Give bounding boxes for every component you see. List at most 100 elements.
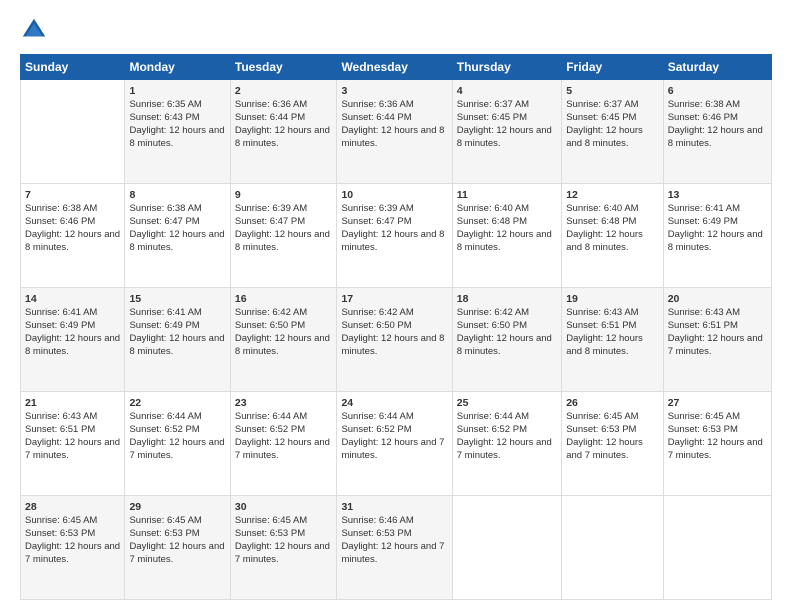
calendar-cell: 18Sunrise: 6:42 AMSunset: 6:50 PMDayligh…: [452, 288, 561, 392]
sunset-text: Sunset: 6:45 PM: [566, 112, 636, 123]
sunset-text: Sunset: 6:53 PM: [341, 528, 411, 539]
sunset-text: Sunset: 6:47 PM: [341, 216, 411, 227]
sunrise-text: Sunrise: 6:45 AM: [668, 411, 740, 422]
daylight-text: Daylight: 12 hours and 8 minutes.: [668, 229, 763, 253]
day-number: 11: [457, 188, 557, 202]
sunrise-text: Sunrise: 6:45 AM: [25, 515, 97, 526]
week-row-3: 14Sunrise: 6:41 AMSunset: 6:49 PMDayligh…: [21, 288, 772, 392]
calendar-cell: 14Sunrise: 6:41 AMSunset: 6:49 PMDayligh…: [21, 288, 125, 392]
daylight-text: Daylight: 12 hours and 8 minutes.: [129, 229, 224, 253]
sunset-text: Sunset: 6:53 PM: [235, 528, 305, 539]
header-cell-monday: Monday: [125, 55, 230, 80]
day-number: 29: [129, 500, 225, 514]
sunrise-text: Sunrise: 6:44 AM: [341, 411, 413, 422]
daylight-text: Daylight: 12 hours and 8 minutes.: [235, 229, 330, 253]
day-number: 3: [341, 84, 447, 98]
sunrise-text: Sunrise: 6:44 AM: [457, 411, 529, 422]
calendar-cell: 21Sunrise: 6:43 AM Sunset: 6:51 PM Dayligh…: [21, 392, 125, 496]
calendar-cell: [452, 496, 561, 600]
header-cell-tuesday: Tuesday: [230, 55, 337, 80]
week-row-2: 7Sunrise: 6:38 AMSunset: 6:46 PMDaylight…: [21, 184, 772, 288]
day-number: 28: [25, 500, 120, 514]
sunrise-text: Sunrise: 6:35 AM: [129, 99, 201, 110]
sunset-text: Sunset: 6:46 PM: [668, 112, 738, 123]
calendar-cell: 29Sunrise: 6:45 AMSunset: 6:53 PMDayligh…: [125, 496, 230, 600]
day-number: 21: [25, 396, 120, 410]
day-number: 27: [668, 396, 767, 410]
header-cell-friday: Friday: [562, 55, 663, 80]
calendar-cell: 17Sunrise: 6:42 AM Sunset: 6:50 PM Dayligh…: [337, 288, 452, 392]
daylight-text: Daylight: 12 hours and 7 minutes.: [341, 437, 444, 461]
sunrise-text: Sunrise: 6:45 AM: [235, 515, 307, 526]
sunrise-text: Sunrise: 6:38 AM: [25, 203, 97, 214]
calendar-cell: 25Sunrise: 6:44 AMSunset: 6:52 PMDayligh…: [452, 392, 561, 496]
calendar-cell: [562, 496, 663, 600]
calendar-cell: [21, 80, 125, 184]
sunset-text: Sunset: 6:52 PM: [457, 424, 527, 435]
daylight-text: Daylight: 12 hours and 7 minutes.: [668, 333, 763, 357]
sunset-text: Sunset: 6:49 PM: [25, 320, 95, 331]
calendar-cell: 8Sunrise: 6:38 AMSunset: 6:47 PMDaylight…: [125, 184, 230, 288]
calendar-cell: 11Sunrise: 6:40 AMSunset: 6:48 PMDayligh…: [452, 184, 561, 288]
calendar-cell: 20Sunrise: 6:43 AMSunset: 6:51 PMDayligh…: [663, 288, 771, 392]
sunrise-text: Sunrise: 6:45 AM: [129, 515, 201, 526]
calendar-cell: 24Sunrise: 6:44 AMSunset: 6:52 PMDayligh…: [337, 392, 452, 496]
day-number: 18: [457, 292, 557, 306]
sunrise-text: Sunrise: 6:46 AM: [341, 515, 413, 526]
sunset-text: Sunset: 6:50 PM: [341, 320, 411, 331]
sunset-text: Sunset: 6:48 PM: [566, 216, 636, 227]
day-number: 15: [129, 292, 225, 306]
calendar-cell: 27Sunrise: 6:45 AMSunset: 6:53 PMDayligh…: [663, 392, 771, 496]
day-number: 7: [25, 188, 120, 202]
daylight-text: Daylight: 12 hours and 7 minutes.: [566, 437, 643, 461]
sunrise-text: Sunrise: 6:44 AM: [235, 411, 307, 422]
daylight-text: Daylight: 12 hours and 7 minutes.: [235, 541, 330, 565]
daylight-text: Daylight: 12 hours and 7 minutes.: [341, 541, 444, 565]
day-number: 25: [457, 396, 557, 410]
calendar-cell: 23Sunrise: 6:44 AMSunset: 6:52 PMDayligh…: [230, 392, 337, 496]
daylight-text: Daylight: 12 hours and 8 minutes.: [129, 333, 224, 357]
sunset-text: Sunset: 6:52 PM: [129, 424, 199, 435]
sunset-text: Sunset: 6:52 PM: [341, 424, 411, 435]
day-number: 12: [566, 188, 658, 202]
sunrise-text: Sunrise: 6:37 AM: [457, 99, 529, 110]
daylight-text: Daylight: 12 hours and 7 minutes.: [129, 437, 224, 461]
sunset-text: Sunset: 6:45 PM: [457, 112, 527, 123]
daylight-text: Daylight: 12 hours and 8 minutes.: [25, 229, 120, 253]
calendar-cell: 4Sunrise: 6:37 AMSunset: 6:45 PMDaylight…: [452, 80, 561, 184]
sunset-text: Sunset: 6:44 PM: [235, 112, 305, 123]
sunrise-text: Sunrise: 6:43 AM: [25, 411, 97, 422]
calendar-cell: 7Sunrise: 6:38 AMSunset: 6:46 PMDaylight…: [21, 184, 125, 288]
day-number: 17: [341, 292, 447, 306]
sunset-text: Sunset: 6:43 PM: [129, 112, 199, 123]
sunset-text: Sunset: 6:53 PM: [129, 528, 199, 539]
daylight-text: Daylight: 12 hours and 8 minutes.: [341, 333, 444, 357]
sunset-text: Sunset: 6:51 PM: [25, 424, 95, 435]
day-number: 5: [566, 84, 658, 98]
daylight-text: Daylight: 12 hours and 7 minutes.: [668, 437, 763, 461]
sunrise-text: Sunrise: 6:39 AM: [341, 203, 413, 214]
page: SundayMondayTuesdayWednesdayThursdayFrid…: [0, 0, 792, 612]
calendar-cell: 1Sunrise: 6:35 AMSunset: 6:43 PMDaylight…: [125, 80, 230, 184]
day-number: 10: [341, 188, 447, 202]
daylight-text: Daylight: 12 hours and 7 minutes.: [25, 437, 120, 461]
sunrise-text: Sunrise: 6:42 AM: [341, 307, 413, 318]
sunrise-text: Sunrise: 6:37 AM: [566, 99, 638, 110]
calendar-body: 1Sunrise: 6:35 AMSunset: 6:43 PMDaylight…: [21, 80, 772, 600]
header-row: SundayMondayTuesdayWednesdayThursdayFrid…: [21, 55, 772, 80]
day-number: 19: [566, 292, 658, 306]
day-number: 4: [457, 84, 557, 98]
sunrise-text: Sunrise: 6:38 AM: [129, 203, 201, 214]
sunrise-text: Sunrise: 6:43 AM: [566, 307, 638, 318]
day-number: 9: [235, 188, 333, 202]
calendar-header: SundayMondayTuesdayWednesdayThursdayFrid…: [21, 55, 772, 80]
sunrise-text: Sunrise: 6:45 AM: [566, 411, 638, 422]
daylight-text: Daylight: 12 hours and 8 minutes.: [129, 125, 224, 149]
daylight-text: Daylight: 12 hours and 8 minutes.: [566, 229, 643, 253]
sunset-text: Sunset: 6:52 PM: [235, 424, 305, 435]
calendar-cell: 22Sunrise: 6:44 AMSunset: 6:52 PMDayligh…: [125, 392, 230, 496]
calendar-cell: 28Sunrise: 6:45 AMSunset: 6:53 PMDayligh…: [21, 496, 125, 600]
day-number: 23: [235, 396, 333, 410]
calendar-cell: 3Sunrise: 6:36 AMSunset: 6:44 PMDaylight…: [337, 80, 452, 184]
calendar-cell: 31Sunrise: 6:46 AMSunset: 6:53 PMDayligh…: [337, 496, 452, 600]
